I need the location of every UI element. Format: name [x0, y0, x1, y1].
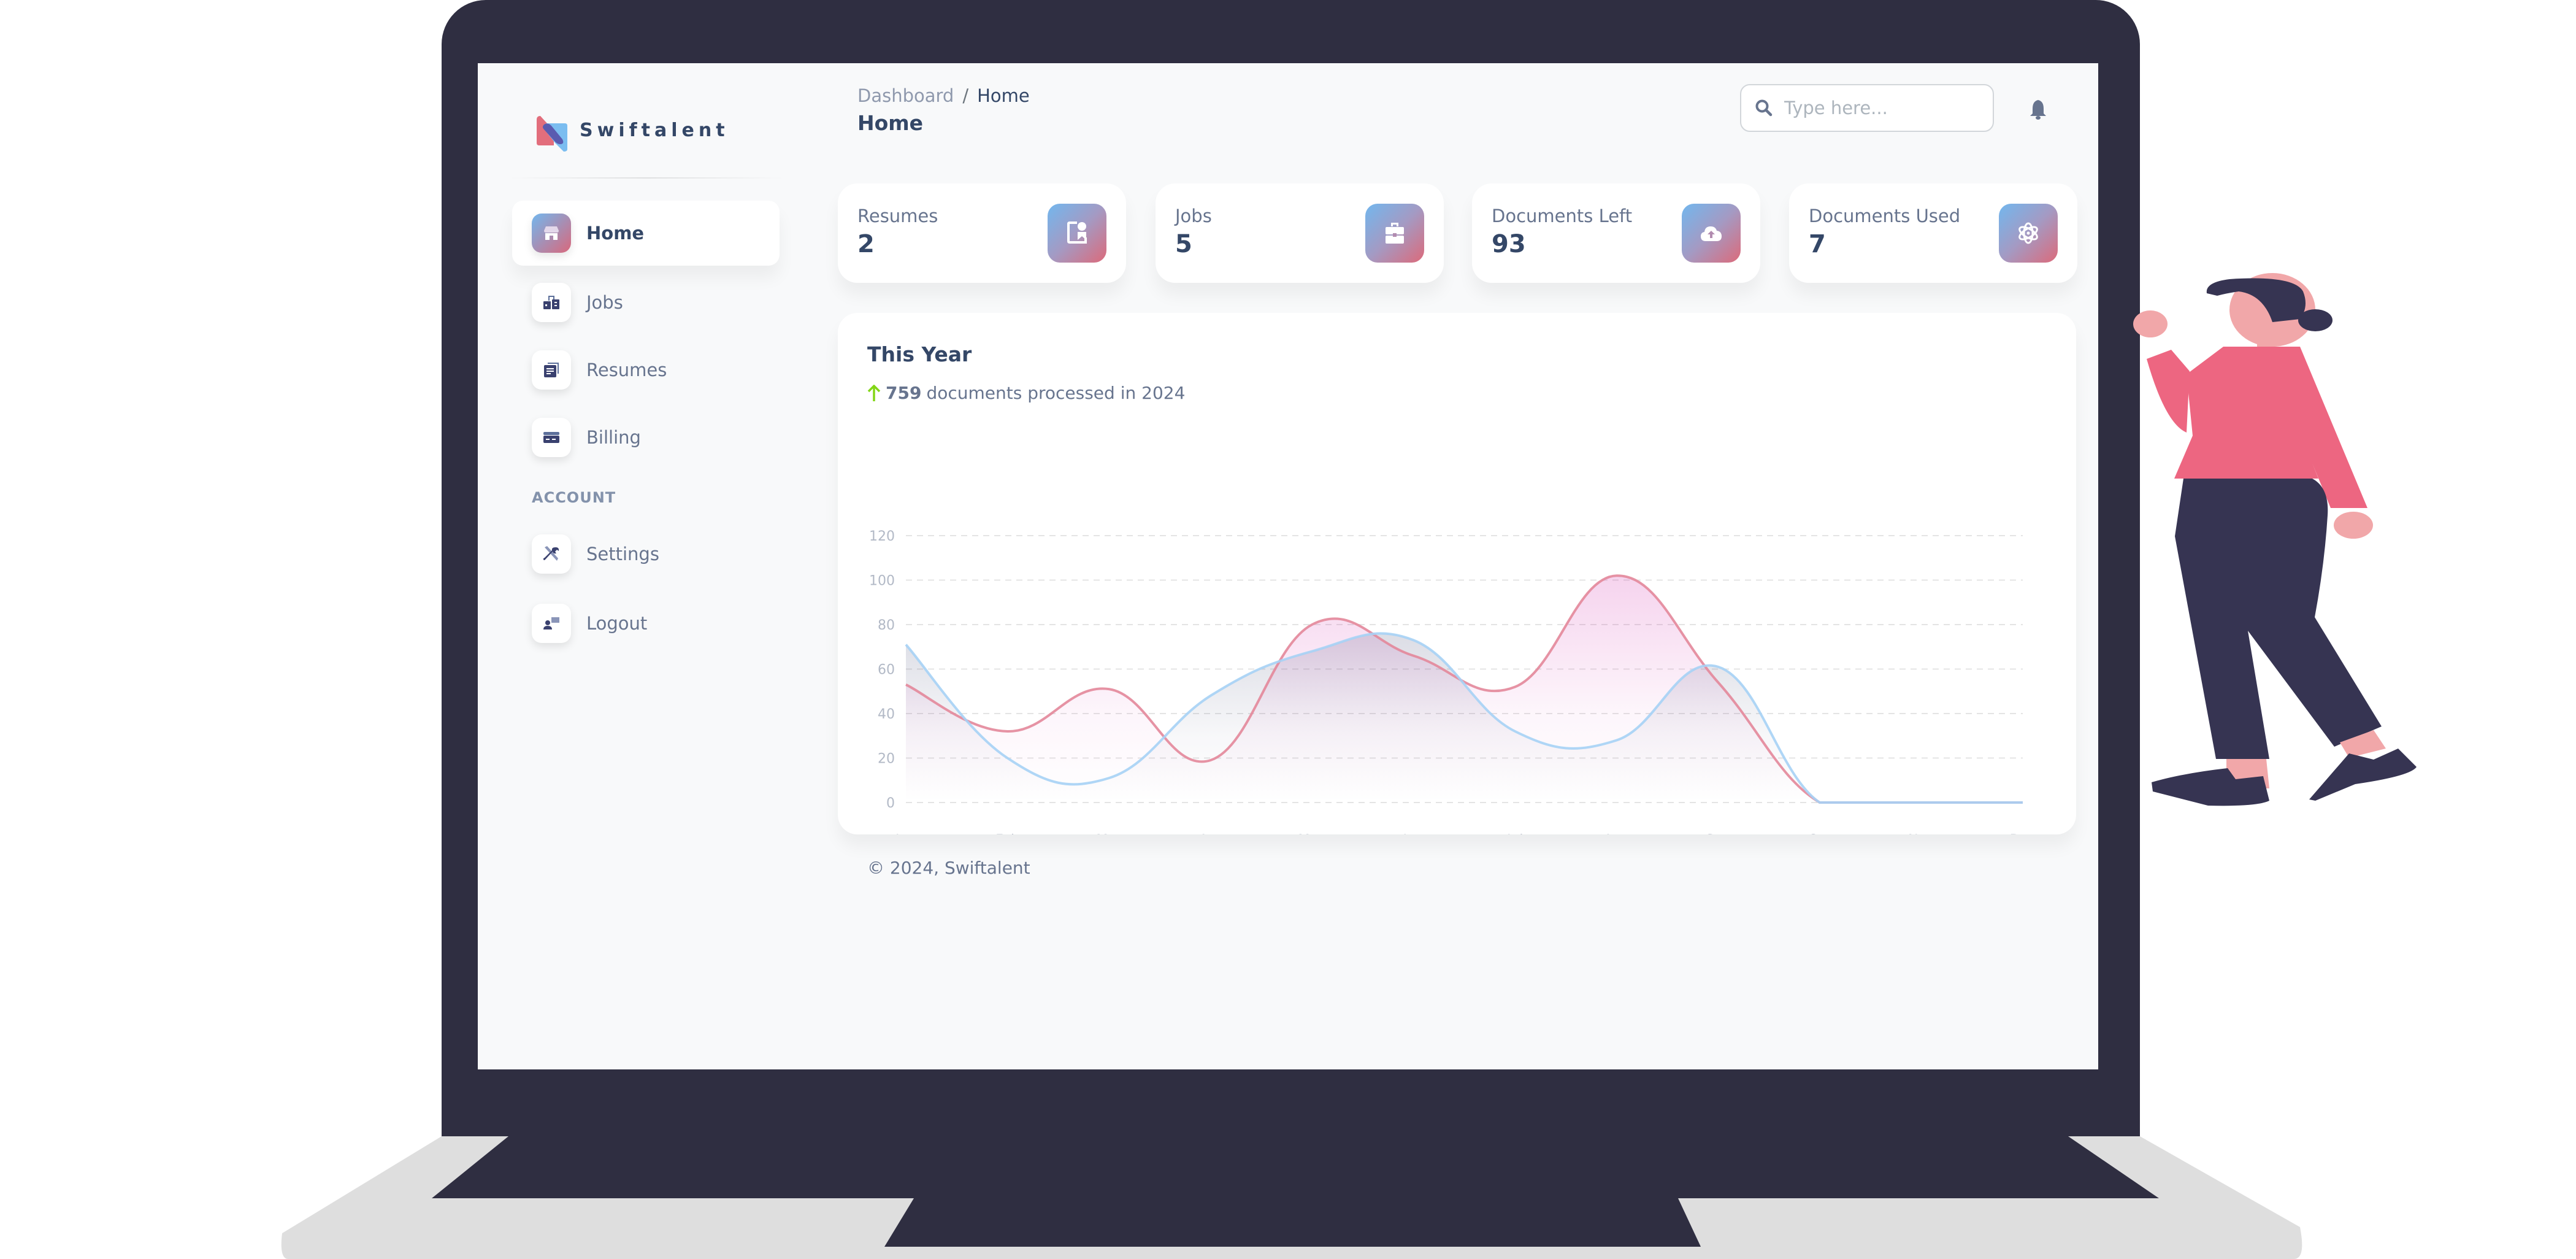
- stat-card-resumes: Resumes 2: [838, 183, 1126, 283]
- y-tick-label: 80: [878, 618, 895, 633]
- stat-card-documents-left: Documents Left 93: [1472, 183, 1760, 283]
- sidebar-item-billing[interactable]: Billing: [512, 405, 780, 470]
- y-tick-label: 120: [869, 529, 895, 544]
- breadcrumb: Dashboard / Home: [857, 85, 1030, 106]
- y-tick-label: 0: [886, 796, 895, 811]
- stat-label: Documents Left: [1492, 206, 1633, 226]
- brand-name: Swiftalent: [580, 120, 729, 141]
- breadcrumb-separator: /: [962, 85, 969, 106]
- tools-icon: [532, 534, 571, 574]
- search-icon: [1755, 99, 1773, 117]
- y-tick-label: 60: [878, 663, 895, 678]
- sidebar-item-resumes[interactable]: Resumes: [512, 337, 780, 402]
- stat-card-jobs: Jobs 5: [1156, 183, 1444, 283]
- resume-icon: [1048, 204, 1106, 263]
- sidebar-item-home[interactable]: Home: [512, 201, 780, 266]
- sidebar-item-label: Jobs: [586, 292, 623, 313]
- sidebar-divider: [508, 177, 784, 179]
- x-tick-label: May: [1298, 833, 1325, 834]
- footer-copyright: © 2024, Swiftalent: [867, 858, 1030, 878]
- breadcrumb-parent-link[interactable]: Dashboard: [857, 85, 954, 106]
- sidebar-item-logout[interactable]: Logout: [512, 591, 780, 656]
- sidebar-item-label: Resumes: [586, 360, 667, 380]
- stat-value: 5: [1175, 230, 1192, 258]
- app-screen: Swiftalent Home Jobs Resumes Billing ACC…: [478, 63, 2098, 1069]
- search-input[interactable]: [1783, 97, 1982, 119]
- shop-icon: [532, 214, 571, 253]
- briefcase-icon: [1365, 204, 1424, 263]
- search-box[interactable]: [1740, 84, 1994, 132]
- x-tick-label: Feb: [995, 833, 1019, 834]
- y-tick-label: 100: [869, 574, 895, 589]
- line-chart: 0 20 40 60 80 100 120 Jan Feb Mar Apr May Jun Jul Aug…: [869, 529, 2036, 834]
- cloud-upload-icon: [1682, 204, 1741, 263]
- y-tick-label: 20: [878, 752, 895, 767]
- page-title: Home: [857, 111, 924, 135]
- notification-bell-icon[interactable]: [2029, 99, 2047, 120]
- y-tick-label: 40: [878, 707, 895, 722]
- breadcrumb-current: Home: [977, 85, 1030, 106]
- atom-icon: [1999, 204, 2058, 263]
- brand-logo-icon: [537, 116, 567, 152]
- office-icon: [532, 283, 571, 322]
- sidebar-item-label: Logout: [586, 613, 648, 634]
- x-tick-label: Oct: [1808, 833, 1831, 834]
- stat-value: 93: [1492, 230, 1526, 258]
- x-tick-label: Jun: [1402, 833, 1424, 834]
- stat-value: 7: [1809, 230, 1826, 258]
- sidebar-item-label: Billing: [586, 427, 641, 448]
- stat-label: Resumes: [857, 206, 938, 226]
- x-tick-label: Apr: [1199, 833, 1223, 834]
- x-tick-label: Nov: [1908, 833, 1934, 834]
- sidebar-item-jobs[interactable]: Jobs: [512, 270, 780, 335]
- section-label-account: ACCOUNT: [532, 489, 616, 506]
- x-tick-label: Jan: [894, 833, 916, 834]
- stat-value: 2: [857, 230, 875, 258]
- x-tick-label: Dec: [2010, 833, 2036, 834]
- sidebar-item-settings[interactable]: Settings: [512, 522, 780, 587]
- user-chat-icon: [532, 604, 571, 643]
- x-tick-label: Mar: [1096, 833, 1122, 834]
- stat-label: Documents Used: [1809, 206, 1961, 226]
- x-tick-label: Sep: [1706, 833, 1731, 834]
- document-icon: [532, 350, 571, 390]
- credit-card-icon: [532, 418, 571, 457]
- x-tick-label: Aug: [1603, 833, 1630, 834]
- sidebar-item-label: Home: [586, 223, 645, 244]
- x-tick-label: Jul: [1506, 833, 1524, 834]
- chart-card: This Year 759 documents processed in 202…: [838, 313, 2076, 834]
- person-illustration: [2133, 273, 2417, 806]
- stat-card-documents-used: Documents Used 7: [1789, 183, 2077, 283]
- sidebar-item-label: Settings: [586, 544, 659, 564]
- stat-label: Jobs: [1175, 206, 1212, 226]
